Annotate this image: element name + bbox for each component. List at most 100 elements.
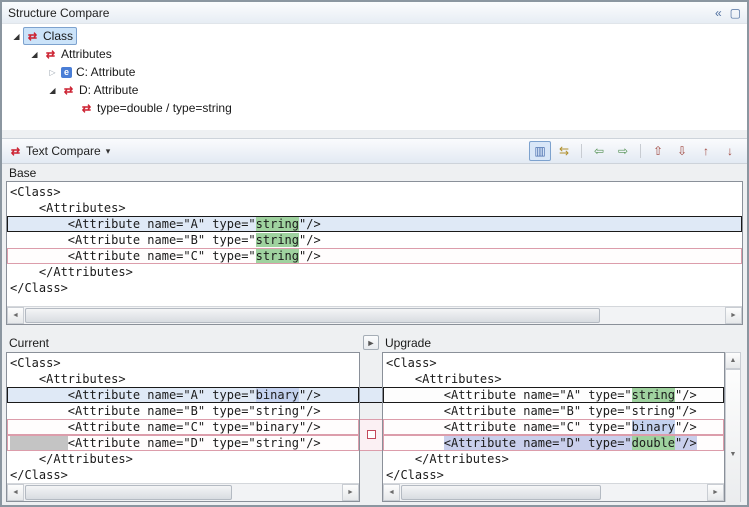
scroll-left-button[interactable]: ◄: [7, 307, 24, 324]
code-text: [386, 436, 444, 450]
scroll-right-button[interactable]: ►: [725, 307, 742, 324]
code-line[interactable]: <Attributes>: [383, 371, 724, 387]
code-line[interactable]: <Class>: [7, 184, 742, 200]
upgrade-vertical-scrollbar[interactable]: ▲ ▼: [725, 352, 741, 502]
scroll-right-button[interactable]: ►: [342, 484, 359, 501]
scrollbar-thumb[interactable]: [401, 485, 601, 500]
scroll-left-button[interactable]: ◄: [383, 484, 400, 501]
base-horizontal-scrollbar[interactable]: ◄ ►: [7, 306, 742, 324]
next-difference-icon[interactable]: ⇩: [671, 141, 693, 161]
code-line[interactable]: <Attribute name="B" type="string"/>: [7, 403, 359, 419]
switch-presentation-icon[interactable]: ▥: [529, 141, 551, 161]
sash-base-bottom[interactable]: [2, 325, 747, 334]
text-compare-header: ⇄ Text Compare ▾ ▥⇆⇦⇨⇧⇩↑↓: [2, 138, 747, 164]
code-line[interactable]: <Attributes>: [7, 200, 742, 216]
upgrade-pane[interactable]: <Class> <Attributes> <Attribute name="A"…: [382, 352, 725, 502]
scrollbar-track[interactable]: [24, 484, 342, 501]
code-line[interactable]: </Attributes>: [7, 451, 359, 467]
tree-item-content[interactable]: ⇄Class: [23, 27, 77, 45]
scroll-left-button[interactable]: ◄: [7, 484, 24, 501]
scroll-down-button[interactable]: ▼: [726, 369, 740, 507]
current-horizontal-scrollbar[interactable]: ◄ ►: [7, 483, 359, 501]
code-text: <Class>: [10, 185, 61, 199]
tree-item-label: Class: [43, 29, 73, 43]
tree-item-content[interactable]: ⇄Attributes: [41, 45, 116, 63]
code-line[interactable]: <Attribute name="C" type="string"/>: [7, 248, 742, 264]
code-line[interactable]: <Class>: [383, 355, 724, 371]
base-code[interactable]: <Class> <Attributes> <Attribute name="A"…: [7, 182, 742, 306]
expander-expanded-icon[interactable]: ◢: [46, 86, 59, 95]
upgrade-code[interactable]: <Class> <Attributes> <Attribute name="A"…: [383, 353, 724, 483]
code-line[interactable]: </Class>: [7, 280, 742, 296]
expander-expanded-icon[interactable]: ◢: [10, 32, 23, 41]
upgrade-horizontal-scrollbar[interactable]: ◄ ►: [383, 483, 724, 501]
scrollbar-thumb[interactable]: [25, 485, 232, 500]
code-line[interactable]: <Attributes>: [7, 371, 359, 387]
current-code[interactable]: <Class> <Attributes> <Attribute name="A"…: [7, 353, 359, 483]
code-text: </Class>: [10, 468, 68, 482]
code-line[interactable]: <Attribute name="A" type="binary"/>: [7, 387, 359, 403]
conflict-change-icon: ⇄: [79, 102, 93, 115]
scrollbar-track[interactable]: [400, 484, 707, 501]
previous-change-icon[interactable]: ↑: [695, 141, 717, 161]
sash-structure-text[interactable]: [2, 130, 747, 138]
current-pane[interactable]: <Class> <Attributes> <Attribute name="A"…: [6, 352, 360, 502]
toolbar-separator: [640, 144, 641, 158]
collapse-all-icon[interactable]: «: [715, 7, 722, 19]
code-line[interactable]: <Attribute name="C" type="binary"/>: [383, 419, 724, 435]
current-pane-title: Current: [9, 336, 49, 350]
base-pane[interactable]: <Class> <Attributes> <Attribute name="A"…: [6, 181, 743, 325]
selected-diff-connector[interactable]: [360, 387, 382, 403]
diff-connector-handle[interactable]: [367, 430, 376, 439]
code-text: <Attribute name="A" type=": [386, 388, 632, 402]
tree-item-label: D: Attribute: [79, 83, 138, 97]
maximize-panel-icon[interactable]: ▢: [730, 7, 741, 19]
previous-difference-icon[interactable]: ⇧: [647, 141, 669, 161]
code-line[interactable]: <Class>: [7, 355, 359, 371]
code-line[interactable]: <Attribute name="A" type="string"/>: [383, 387, 724, 403]
scrollbar-thumb[interactable]: [25, 308, 600, 323]
tree-item[interactable]: ⇄ type=double / type=string: [2, 99, 747, 117]
scroll-right-button[interactable]: ►: [707, 484, 724, 501]
code-text: <Class>: [10, 356, 61, 370]
code-text: <Class>: [386, 356, 437, 370]
expander-collapsed-icon[interactable]: ▷: [46, 68, 59, 77]
changed-token: string: [256, 249, 299, 263]
view-menu-dropdown-icon[interactable]: ▾: [106, 146, 111, 157]
changed-token: binary: [256, 388, 299, 402]
code-text: <Attribute name="B" type="string"/>: [386, 404, 697, 418]
next-change-icon[interactable]: ↓: [719, 141, 741, 161]
code-text: "/>: [299, 217, 321, 231]
tree-item[interactable]: ◢⇄ D: Attribute: [2, 81, 747, 99]
code-line[interactable]: <Attribute name="C" type="binary"/>: [7, 419, 359, 435]
code-line[interactable]: <Attribute name="D" type="double"/>: [383, 435, 724, 451]
tree-item-content[interactable]: eC: Attribute: [59, 63, 139, 81]
tree-item[interactable]: ▷eC: Attribute: [2, 63, 747, 81]
tree-item-content[interactable]: ⇄ type=double / type=string: [77, 99, 236, 117]
scrollbar-track[interactable]: [24, 307, 725, 324]
code-line[interactable]: </Attributes>: [7, 264, 742, 280]
copy-all-from-left-icon[interactable]: ⇨: [612, 141, 634, 161]
changed-token: <Attribute name="D" type=": [444, 436, 632, 450]
copy-all-from-right-icon[interactable]: ⇦: [588, 141, 610, 161]
expander-expanded-icon[interactable]: ◢: [28, 50, 41, 59]
code-line[interactable]: </Class>: [7, 467, 359, 483]
swap-left-right-icon[interactable]: ⇆: [553, 141, 575, 161]
code-line[interactable]: </Attributes>: [383, 451, 724, 467]
change-direction-icon[interactable]: ►: [363, 335, 379, 350]
tree-item-content[interactable]: ⇄ D: Attribute: [59, 81, 142, 99]
upgrade-pane-label: Upgrade: [382, 334, 725, 352]
scroll-up-button[interactable]: ▲: [726, 353, 740, 369]
tree-item[interactable]: ◢⇄Class: [2, 27, 747, 45]
structure-tree[interactable]: ◢⇄Class◢⇄Attributes▷eC: Attribute◢⇄D: At…: [2, 24, 747, 130]
code-line[interactable]: <Attribute name="B" type="string"/>: [383, 403, 724, 419]
tree-item-label: type=double / type=string: [97, 101, 232, 115]
code-line[interactable]: <Attribute name="D" type="string"/>: [7, 435, 359, 451]
code-line[interactable]: <Attribute name="A" type="string"/>: [7, 216, 742, 232]
code-line[interactable]: <Attribute name="B" type="string"/>: [7, 232, 742, 248]
tree-item[interactable]: ◢⇄Attributes: [2, 45, 747, 63]
changed-token: [10, 436, 68, 450]
base-pane-title: Base: [9, 166, 36, 180]
conflict-change-icon: ⇄: [61, 84, 75, 97]
code-line[interactable]: </Class>: [383, 467, 724, 483]
